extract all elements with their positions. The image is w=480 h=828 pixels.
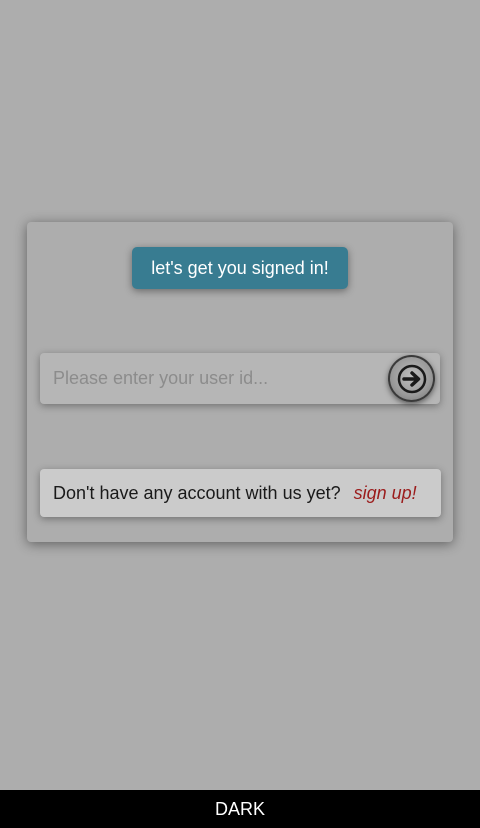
login-banner: let's get you signed in! [132,247,348,289]
login-screen: let's get you signed in! Don't have any … [0,0,480,828]
signup-prompt-box: Don't have any account with us yet? sign… [40,469,441,517]
user-id-input[interactable] [40,353,380,404]
submit-button[interactable] [388,355,435,402]
user-id-field [40,353,440,404]
arrow-right-icon [397,364,426,393]
signup-link[interactable]: sign up! [354,483,417,504]
theme-toggle-label: DARK [214,798,265,819]
login-card: let's get you signed in! Don't have any … [27,222,453,542]
theme-toggle-bar[interactable]: DARK [0,790,480,828]
signup-prompt-text: Don't have any account with us yet? [53,482,341,503]
